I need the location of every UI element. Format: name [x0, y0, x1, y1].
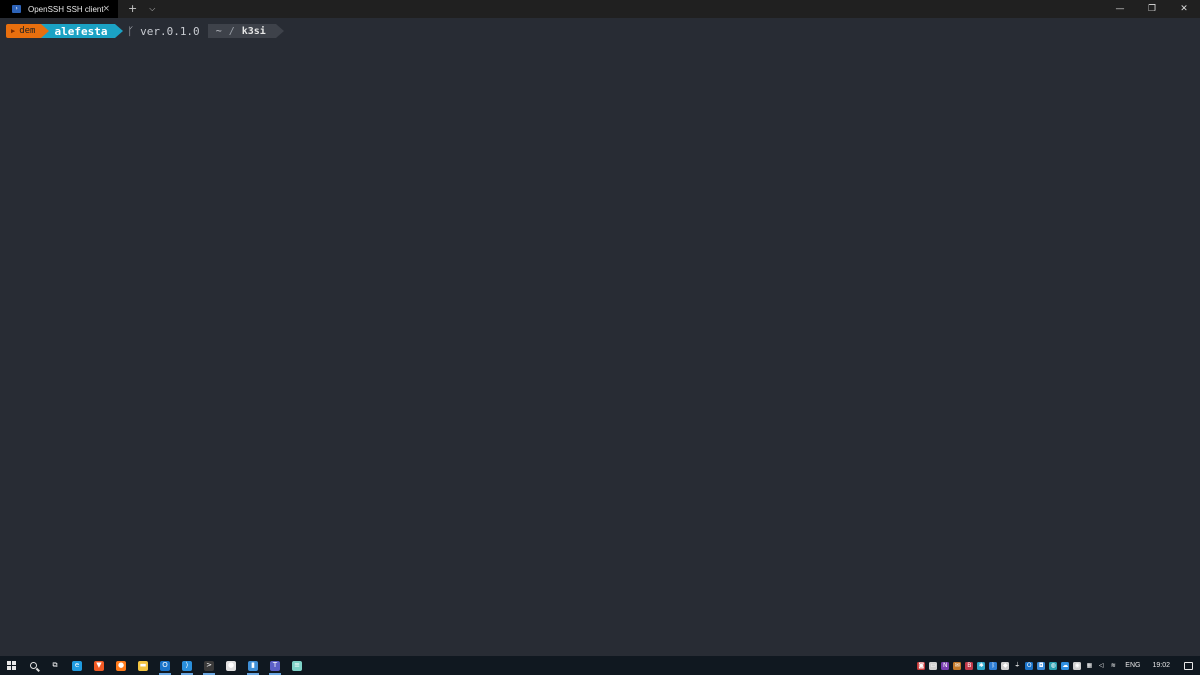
prompt-status-text: dem [19, 26, 36, 36]
outlook-tray-icon-glyph: O [1025, 661, 1034, 670]
game-controller-icon-glyph: ◙ [917, 661, 926, 670]
outlook-icon: O [160, 660, 170, 671]
tab-title: OpenSSH SSH client [28, 4, 104, 14]
mail-icon-glyph: ✉ [953, 661, 962, 670]
terminal-pane[interactable]: ▶ dem alefesta ᚴ ver.0.1.0 ~ / k3si [0, 18, 1200, 656]
outlook-taskbar-button[interactable]: O [154, 656, 176, 675]
brave-icon: ▼ [94, 660, 104, 671]
display-icon-glyph: ◘ [1037, 661, 1046, 670]
notifications-button[interactable] [1176, 656, 1200, 675]
network-icon[interactable]: ▦ [1084, 656, 1095, 675]
teams-icon: T [270, 660, 280, 671]
path-separator: / [228, 25, 235, 37]
network-icon-glyph: ▦ [1085, 661, 1094, 670]
search-icon [29, 662, 37, 669]
onedrive-icon[interactable]: ☁ [1060, 656, 1071, 675]
windows-start-icon[interactable] [0, 656, 22, 675]
tab-openssh[interactable]: › OpenSSH SSH client × [0, 0, 118, 18]
new-tab-button[interactable]: + [128, 0, 137, 18]
volume-icon[interactable]: ◁ [1096, 656, 1107, 675]
chrome-taskbar-button[interactable]: ● [220, 656, 242, 675]
settings-gear-icon-glyph: ✱ [977, 661, 986, 670]
chat-icon-glyph: ▭ [929, 661, 938, 670]
path-dir: k3si [241, 25, 266, 37]
prompt-git-segment: ᚴ ver.0.1.0 [123, 24, 207, 38]
language-indicator[interactable]: ENG [1125, 662, 1140, 669]
security-shield-icon[interactable]: ◆ [1000, 656, 1011, 675]
chat-icon[interactable]: ▭ [928, 656, 939, 675]
game-controller-icon[interactable]: ◙ [916, 656, 927, 675]
search-button[interactable] [22, 656, 44, 675]
notification-icon [1183, 661, 1193, 670]
security-shield-icon-glyph: ◆ [1001, 661, 1010, 670]
onenote-icon-glyph: N [941, 661, 950, 670]
restore-button[interactable]: ❐ [1136, 0, 1168, 18]
vscode-icon: ⟩ [182, 660, 192, 671]
wifi-icon[interactable]: ≋ [1108, 656, 1119, 675]
usb-icon[interactable]: ⏚ [1012, 656, 1023, 675]
window-controls: — ❐ ✕ [1104, 0, 1200, 18]
close-button[interactable]: ✕ [1168, 0, 1200, 18]
path-home: ~ [215, 25, 222, 37]
settings-gear-icon[interactable]: ✱ [976, 656, 987, 675]
volume-icon-glyph: ◁ [1097, 661, 1106, 670]
notepad-taskbar-button[interactable]: ≡ [286, 656, 308, 675]
people-icon-glyph: ◉ [1073, 661, 1082, 670]
usb-icon-glyph: ⏚ [1013, 661, 1022, 670]
file-explorer-icon: ▬ [138, 660, 148, 671]
play-icon: ▶ [11, 27, 16, 35]
bitwarden-icon[interactable]: B [964, 656, 975, 675]
minimize-button[interactable]: — [1104, 0, 1136, 18]
chrome-icon: ● [226, 660, 236, 671]
azure-data-studio-icon: ▮ [248, 660, 258, 671]
display-icon[interactable]: ◘ [1036, 656, 1047, 675]
prompt-user-segment: alefesta [49, 24, 116, 38]
shell-prompt: ▶ dem alefesta ᚴ ver.0.1.0 ~ / k3si [6, 24, 284, 38]
onenote-icon[interactable]: N [940, 656, 951, 675]
terminal-taskbar-button[interactable]: > [198, 656, 220, 675]
bitwarden-icon-glyph: B [965, 661, 974, 670]
notepad-icon: ≡ [292, 660, 302, 671]
title-bar: › OpenSSH SSH client × + ⌵ — ❐ ✕ [0, 0, 1200, 18]
file-explorer-taskbar-button[interactable]: ▬ [132, 656, 154, 675]
outlook-tray-icon[interactable]: O [1024, 656, 1035, 675]
task-view-icon: ⧉ [50, 660, 60, 671]
system-tray: ◙ ▭ N ✉ B ✱ ᛒ ◆ ⏚ O ◘ ◍ ☁ ◉ ▦ ◁ ≋ ENG 19:02 [915, 656, 1200, 675]
prompt-status-segment: ▶ dem [6, 24, 42, 38]
globe-icon-glyph: ◍ [1049, 661, 1058, 670]
edge-icon: e [72, 660, 82, 671]
teams-taskbar-button[interactable]: T [264, 656, 286, 675]
firefox-taskbar-button[interactable]: ● [110, 656, 132, 675]
prompt-path-segment: ~ / k3si [207, 24, 276, 38]
firefox-icon: ● [116, 660, 126, 671]
edge-taskbar-button[interactable]: e [66, 656, 88, 675]
taskbar: ⧉ e ▼ ● ▬ O ⟩ > ● ▮ T ≡ ◙ ▭ N ✉ B ✱ ᛒ ◆ ⏚ O ◘ ◍ ☁ ◉ ▦ ◁ ≋ ENG 19:02 [0, 656, 1200, 675]
globe-icon[interactable]: ◍ [1048, 656, 1059, 675]
powerline-separator [275, 24, 284, 38]
git-branch-icon: ᚴ [127, 24, 135, 38]
powerline-separator [41, 24, 50, 38]
terminal-icon: > [204, 660, 214, 671]
onedrive-icon-glyph: ☁ [1061, 661, 1070, 670]
powerline-separator [115, 24, 124, 38]
vscode-taskbar-button[interactable]: ⟩ [176, 656, 198, 675]
brave-taskbar-button[interactable]: ▼ [88, 656, 110, 675]
clock[interactable]: 19:02 [1152, 662, 1170, 669]
tab-close-button[interactable]: × [102, 3, 110, 15]
people-icon[interactable]: ◉ [1072, 656, 1083, 675]
wifi-icon-glyph: ≋ [1109, 661, 1118, 670]
bluetooth-icon-glyph: ᛒ [989, 661, 998, 670]
bluetooth-icon[interactable]: ᛒ [988, 656, 999, 675]
chevron-down-icon[interactable]: ⌵ [149, 0, 155, 18]
powershell-icon: › [12, 5, 21, 13]
mail-icon[interactable]: ✉ [952, 656, 963, 675]
git-branch-name: ver.0.1.0 [140, 24, 200, 38]
task-view-taskbar-button[interactable]: ⧉ [44, 656, 66, 675]
azure-data-studio-taskbar-button[interactable]: ▮ [242, 656, 264, 675]
